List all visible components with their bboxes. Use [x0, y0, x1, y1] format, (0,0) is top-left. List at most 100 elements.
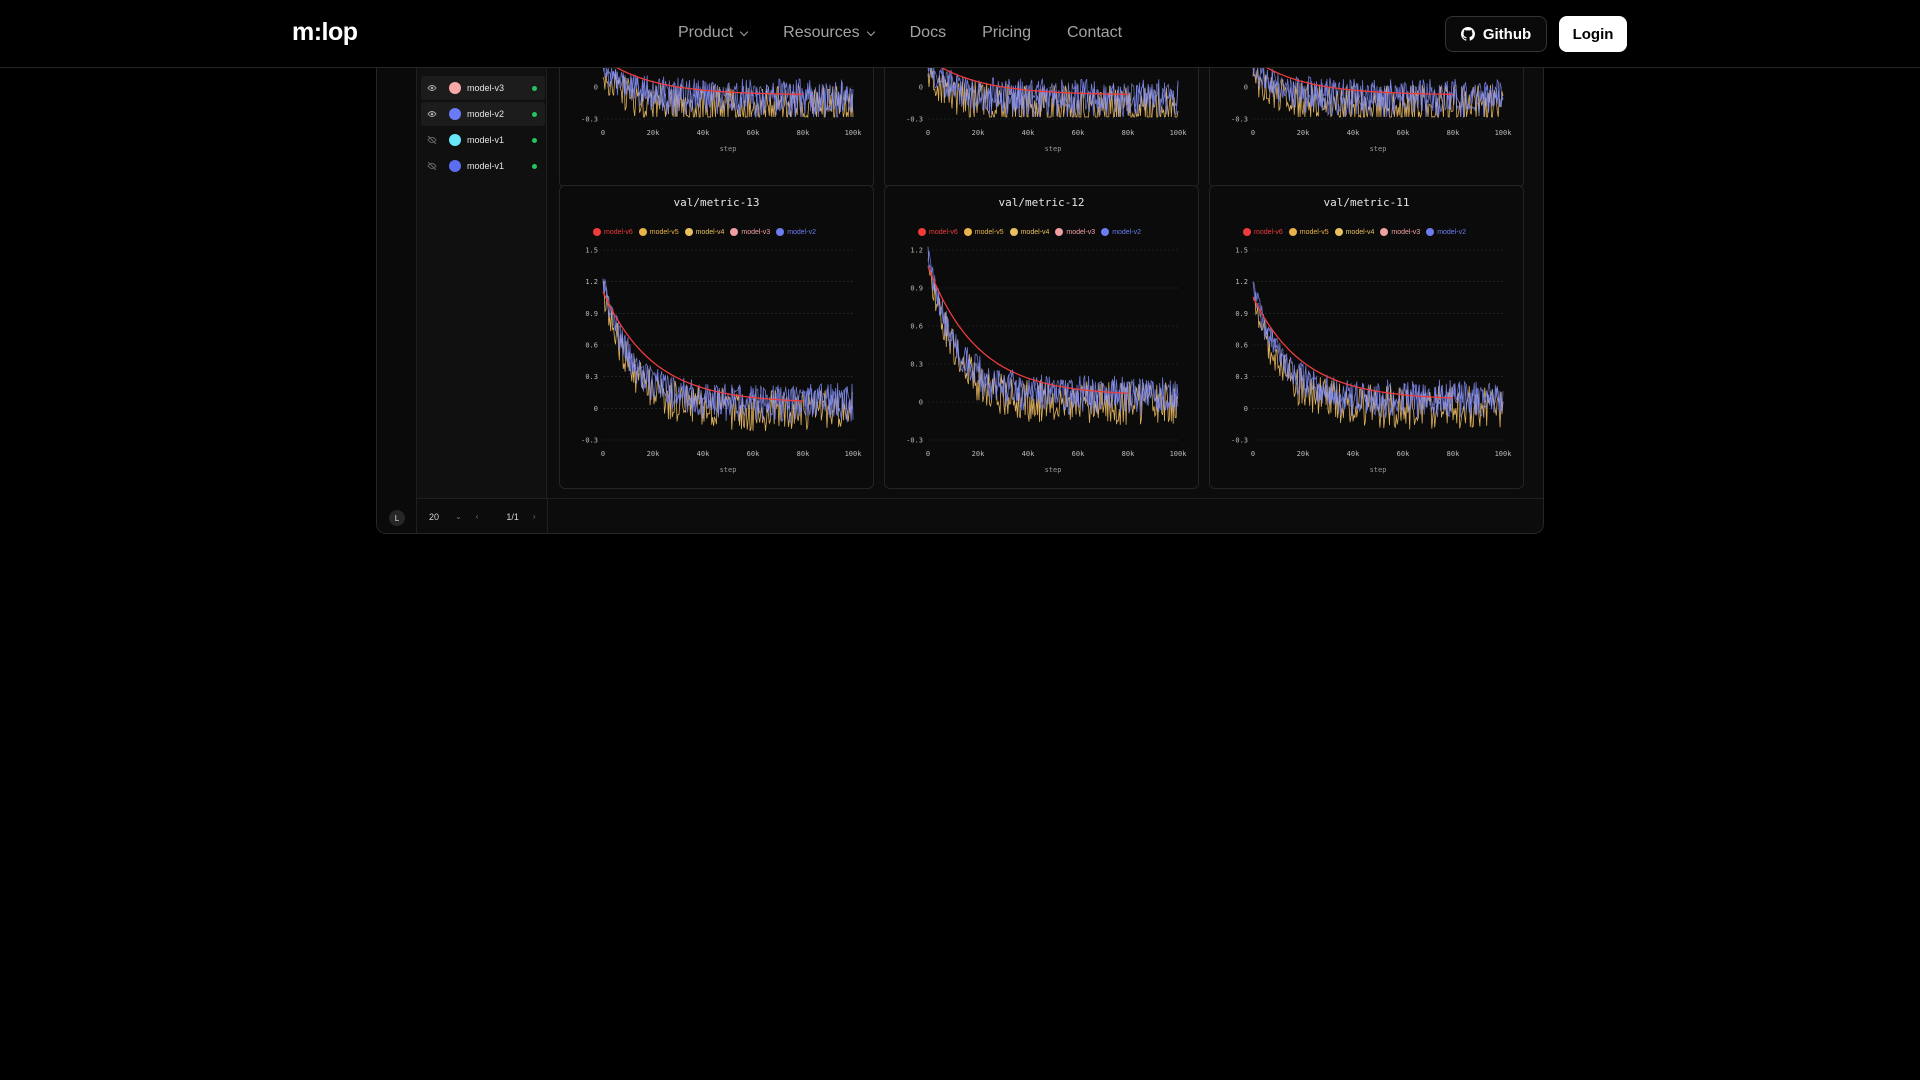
y-tick-label: 1.2 [1235, 278, 1248, 286]
chevron-right-icon[interactable]: › [533, 512, 536, 521]
legend-item[interactable]: model-v3 [1380, 228, 1420, 236]
legend-label: model-v3 [741, 228, 771, 236]
x-tick-label: 100k [845, 450, 863, 458]
legend-swatch [1101, 228, 1110, 236]
login-button[interactable]: Login [1559, 16, 1627, 52]
x-axis-label: step [1045, 145, 1062, 153]
eye-off-icon[interactable] [427, 136, 439, 144]
y-tick-label: 1.2 [585, 278, 598, 286]
legend-item[interactable]: model-v2 [776, 228, 816, 236]
chart-title: val/metric-12 [998, 196, 1085, 209]
github-button[interactable]: Github [1445, 16, 1547, 52]
x-tick-label: 80k [797, 450, 810, 458]
legend-item[interactable]: model-v3 [730, 228, 770, 236]
run-row[interactable]: model-v1 [421, 154, 545, 178]
legend-item[interactable]: model-v5 [1288, 228, 1329, 236]
x-tick-label: 40k [1347, 129, 1360, 137]
y-tick-label: -0.3 [906, 116, 923, 124]
x-tick-label: 100k [1170, 129, 1188, 137]
run-color-swatch [449, 108, 461, 120]
legend-label: model-v5 [1299, 228, 1329, 236]
nav-product[interactable]: Product [678, 24, 749, 42]
chevron-down-icon[interactable]: ⌄ [455, 512, 462, 521]
chevron-left-icon[interactable]: ‹ [476, 512, 479, 521]
runs-list: model-v3 model-v2 model-v1 model-v1 [417, 68, 547, 498]
chart-title: val/metric-11 [1323, 196, 1410, 209]
y-tick-label: 0.3 [585, 373, 598, 381]
run-name: model-v1 [467, 161, 505, 171]
chart-legend: model-v6 model-v5 model-v4 model-v3 model-v2 [593, 228, 822, 236]
x-tick-label: 20k [972, 450, 985, 458]
run-color-swatch [449, 82, 461, 94]
x-tick-label: 60k [1072, 129, 1085, 137]
legend-item[interactable]: model-v4 [1334, 228, 1374, 236]
chevron-down-icon [866, 27, 875, 36]
series-line-trend [602, 291, 804, 402]
legend-item[interactable]: model-v4 [1009, 228, 1049, 236]
nav-docs[interactable]: Docs [910, 24, 946, 42]
eye-icon[interactable] [427, 110, 439, 118]
y-tick-label: -0.3 [581, 437, 598, 445]
legend-swatch [684, 228, 693, 236]
x-tick-label: 20k [972, 129, 985, 137]
nav-contact[interactable]: Contact [1067, 24, 1122, 42]
chart-grid: 0 -0.3 0 20k 40k 60k 80k 100k step 0 -0.3 0 20k 40k 60… [547, 68, 1543, 498]
legend-item[interactable]: model-v6 [1243, 228, 1283, 236]
legend-swatch [776, 228, 785, 236]
legend-swatch [963, 228, 972, 236]
legend-item[interactable]: model-v2 [1101, 228, 1141, 236]
x-tick-label: 0 [601, 450, 605, 458]
run-row[interactable]: model-v2 [421, 102, 545, 126]
page-indicator: 1/1 [506, 511, 519, 522]
metric-chart-panel[interactable]: 1.5 1.2 0.9 0.6 0.3 0 -0.3 0 20k 40k 60k 80k 100k ste… [559, 185, 874, 489]
series-line [1252, 297, 1504, 430]
metric-chart-panel[interactable]: 0 -0.3 0 20k 40k 60k 80k 100k step [1209, 68, 1524, 188]
metric-chart-panel[interactable]: 0 -0.3 0 20k 40k 60k 80k 100k step [559, 68, 874, 188]
x-tick-label: 60k [1397, 450, 1410, 458]
chart-title: val/metric-13 [673, 196, 760, 209]
series-line [1252, 281, 1504, 420]
y-tick-label: 0 [919, 399, 923, 407]
legend-item[interactable]: model-v6 [593, 228, 633, 236]
y-tick-label: -0.3 [1231, 437, 1248, 445]
legend-swatch [593, 228, 601, 236]
legend-swatch [1243, 228, 1251, 236]
legend-label: model-v2 [1112, 228, 1141, 236]
legend-item[interactable]: model-v2 [1426, 228, 1466, 236]
x-tick-label: 40k [1022, 450, 1035, 458]
run-row[interactable]: model-v3 [421, 76, 545, 100]
eye-icon[interactable] [427, 84, 439, 92]
x-tick-label: 0 [926, 450, 930, 458]
metric-chart-panel[interactable]: 0 -0.3 0 20k 40k 60k 80k 100k step [884, 68, 1199, 188]
sidebar-toggle-button[interactable]: L [389, 510, 405, 526]
status-dot [532, 163, 537, 169]
x-tick-label: 100k [1495, 129, 1513, 137]
page-size-select[interactable]: 20 [429, 512, 455, 522]
x-axis-label: step [1370, 145, 1387, 153]
y-tick-label: 0.9 [1235, 310, 1248, 318]
x-axis-label: step [1370, 466, 1387, 474]
eye-off-icon[interactable] [427, 162, 439, 170]
series-line [927, 246, 1179, 416]
nav-resources[interactable]: Resources [783, 24, 875, 42]
y-tick-label: 0.6 [1235, 342, 1248, 350]
x-tick-label: 60k [747, 450, 760, 458]
legend-item[interactable]: model-v3 [1055, 228, 1095, 236]
x-tick-label: 100k [845, 129, 863, 137]
legend-item[interactable]: model-v5 [638, 228, 679, 236]
y-tick-label: 0.3 [910, 361, 923, 369]
metric-chart-panel[interactable]: 1.2 0.9 0.6 0.3 0 -0.3 0 20k 40k 60k 80k 100k step va… [884, 185, 1199, 489]
run-row[interactable]: model-v1 [421, 128, 545, 152]
x-axis-label: step [720, 466, 737, 474]
legend-item[interactable]: model-v5 [963, 228, 1004, 236]
logo[interactable]: m:lop [292, 18, 358, 47]
metric-chart-panel[interactable]: 1.5 1.2 0.9 0.6 0.3 0 -0.3 0 20k 40k 60k 80k 100k ste… [1209, 185, 1524, 489]
nav-pricing[interactable]: Pricing [982, 24, 1031, 42]
y-tick-label: 0 [594, 84, 598, 92]
legend-item[interactable]: model-v4 [684, 228, 724, 236]
status-dot [532, 111, 537, 117]
x-tick-label: 100k [1170, 450, 1188, 458]
x-tick-label: 40k [697, 450, 710, 458]
legend-item[interactable]: model-v6 [918, 228, 958, 236]
legend-label: model-v3 [1391, 228, 1421, 236]
